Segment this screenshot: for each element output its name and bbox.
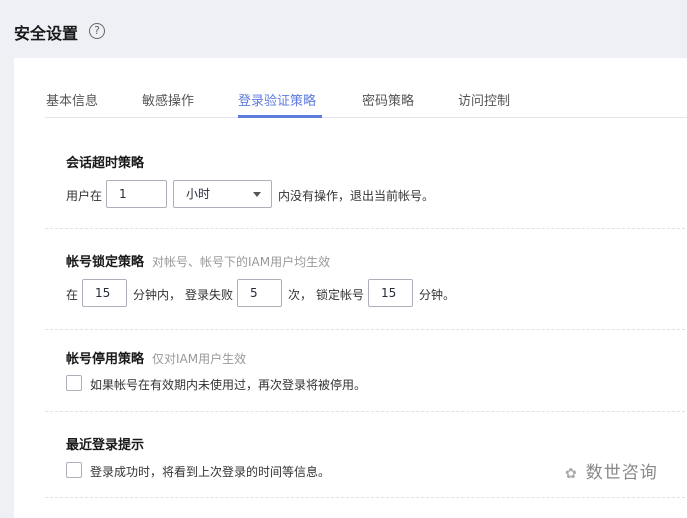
watermark: ✿ 数世咨询 (565, 458, 658, 483)
divider (45, 329, 687, 330)
lock-text: 次， (288, 288, 313, 302)
help-icon[interactable]: ? (89, 23, 105, 39)
lock-text: 分钟内， (133, 288, 182, 302)
session-suffix: 内没有操作，退出当前帐号。 (278, 189, 435, 203)
lock-text: 锁定帐号 (316, 288, 365, 302)
account-lock-heading: 帐号锁定策略 对帐号、帐号下的IAM用户均生效 (66, 251, 330, 270)
recent-login-label[interactable]: 登录成功时，将看到上次登录的时间等信息。 (90, 463, 330, 480)
session-unit-value: 小时 (186, 187, 211, 201)
page-title: 安全设置 (14, 24, 79, 43)
divider (45, 497, 687, 498)
tab-sensitive-ops[interactable]: 敏感操作 (142, 90, 194, 109)
divider (45, 411, 687, 412)
lock-attempts-input[interactable]: 5 (237, 279, 282, 307)
account-disable-hint: 仅对IAM用户生效 (152, 352, 247, 366)
tab-login-policy[interactable]: 登录验证策略 (238, 90, 316, 109)
tab-basic-info[interactable]: 基本信息 (46, 90, 98, 109)
account-lock-hint: 对帐号、帐号下的IAM用户均生效 (152, 255, 331, 269)
recent-login-heading: 最近登录提示 (66, 438, 145, 453)
account-disable-title: 帐号停用策略 (66, 352, 145, 367)
active-tab-indicator (238, 115, 322, 118)
lock-text: 登录失败 (185, 288, 234, 302)
chevron-down-icon (253, 192, 261, 197)
session-unit-select[interactable]: 小时 (173, 180, 272, 208)
divider (45, 228, 687, 229)
lock-text: 分钟。 (419, 288, 456, 302)
session-timeout-input[interactable]: 1 (106, 180, 167, 208)
account-disable-label[interactable]: 如果帐号在有效期内未使用过，再次登录将被停用。 (90, 376, 366, 393)
session-prefix: 用户在 (66, 189, 103, 203)
tab-password-policy[interactable]: 密码策略 (362, 90, 414, 109)
recent-login-checkbox[interactable] (66, 462, 82, 478)
lock-text: 在 (66, 288, 79, 302)
wechat-icon: ✿ (565, 466, 578, 482)
session-timeout-heading: 会话超时策略 (66, 156, 145, 171)
lock-window-minutes-input[interactable]: 15 (82, 279, 127, 307)
account-disable-checkbox[interactable] (66, 375, 82, 391)
watermark-text: 数世咨询 (585, 463, 658, 483)
tab-access-control[interactable]: 访问控制 (458, 90, 510, 109)
tab-divider (45, 117, 687, 118)
account-lock-title: 帐号锁定策略 (66, 255, 145, 270)
lock-duration-input[interactable]: 15 (368, 279, 413, 307)
account-disable-heading: 帐号停用策略 仅对IAM用户生效 (66, 348, 246, 367)
